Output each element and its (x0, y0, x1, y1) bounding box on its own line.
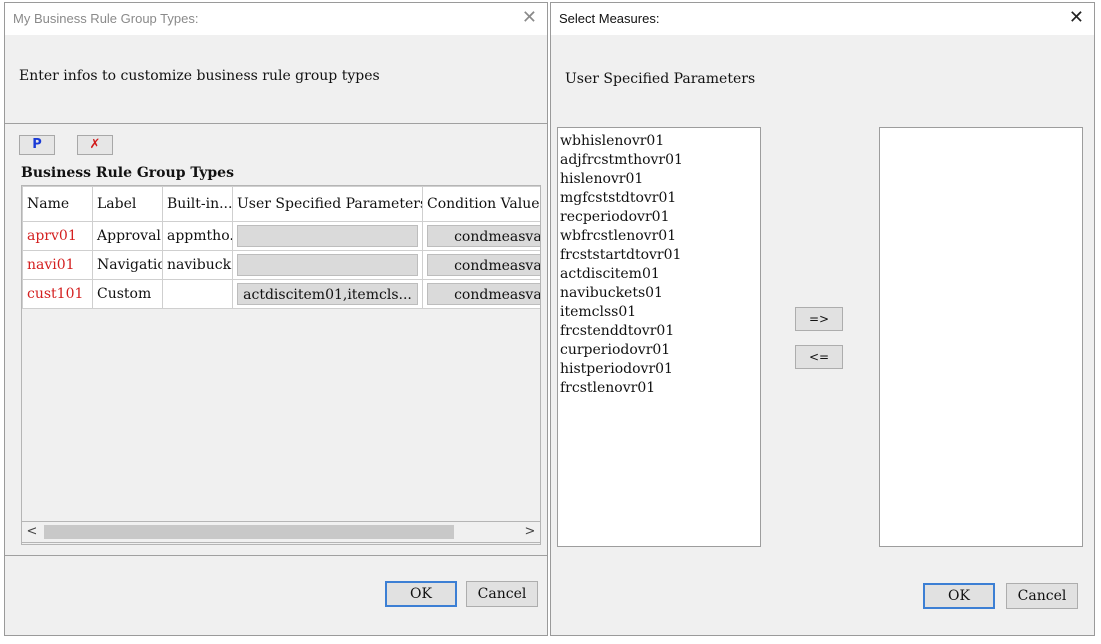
table-header-row: Name Label Built-in... User Specified Pa… (22, 186, 540, 222)
add-selected-button[interactable]: => (795, 307, 843, 331)
list-item[interactable]: mgfcststdtovr01 (560, 189, 760, 208)
list-item[interactable]: navibuckets01 (560, 284, 760, 303)
condition-cell: condmeasvalnur (422, 221, 540, 251)
title-bar: My Business Rule Group Types: ✕ (5, 3, 547, 35)
close-icon[interactable]: ✕ (522, 7, 537, 28)
table-row[interactable]: aprv01 Approval appmtho... condmeasvalnu… (22, 221, 540, 251)
scroll-left-icon[interactable]: < (24, 524, 40, 539)
name-cell[interactable]: cust101 (22, 279, 93, 309)
list-item[interactable]: wbfrcstlenovr01 (560, 227, 760, 246)
label-cell[interactable]: Navigation (92, 250, 163, 280)
selected-items (880, 128, 1082, 132)
params-button[interactable] (237, 254, 418, 276)
header-instructions: Enter infos to customize business rule g… (19, 68, 380, 84)
footer-divider (5, 555, 547, 556)
dialog-header: User Specified Parameters (551, 35, 1094, 117)
list-item[interactable]: frcstlenovr01 (560, 379, 760, 398)
label-cell[interactable]: Approval (92, 221, 163, 251)
list-item[interactable]: curperiodovr01 (560, 341, 760, 360)
builtin-cell[interactable]: navibuck... (162, 250, 233, 280)
params-cell: actdiscitem01,itemcls... (232, 279, 423, 309)
horizontal-scrollbar[interactable]: < > (21, 521, 541, 543)
column-header-user-params[interactable]: User Specified Parameters (232, 186, 423, 222)
params-cell (232, 221, 423, 251)
params-button[interactable]: actdiscitem01,itemcls... (237, 283, 418, 305)
param-button[interactable]: P (19, 135, 55, 155)
list-item[interactable]: recperiodovr01 (560, 208, 760, 227)
builtin-cell[interactable]: appmtho... (162, 221, 233, 251)
delete-button[interactable]: ✗ (77, 135, 113, 155)
list-item[interactable]: adjfrcstmthovr01 (560, 151, 760, 170)
table-row[interactable]: cust101 Custom actdiscitem01,itemcls... … (22, 279, 540, 309)
dialog-header: Enter infos to customize business rule g… (5, 35, 547, 124)
ok-button[interactable]: OK (923, 583, 995, 609)
list-item[interactable]: frcstenddtovr01 (560, 322, 760, 341)
name-cell[interactable]: aprv01 (22, 221, 93, 251)
list-item[interactable]: frcststartdtovr01 (560, 246, 760, 265)
condition-button[interactable]: condmeasvalnur (427, 283, 540, 305)
dialog-title: My Business Rule Group Types: (13, 11, 199, 26)
selected-measures-list[interactable] (879, 127, 1083, 547)
column-header-name[interactable]: Name (22, 186, 93, 222)
condition-button[interactable]: condmeasvalnur (427, 254, 540, 276)
param-icon: P (32, 137, 42, 152)
scroll-right-icon[interactable]: > (522, 524, 538, 539)
ok-button[interactable]: OK (385, 581, 457, 607)
header-title: User Specified Parameters (565, 71, 756, 87)
column-header-builtin[interactable]: Built-in... (162, 186, 233, 222)
scrollbar-thumb[interactable] (44, 525, 454, 539)
delete-icon: ✗ (89, 137, 101, 152)
builtin-cell[interactable] (162, 279, 233, 309)
condition-cell: condmeasvalnur (422, 279, 540, 309)
remove-selected-button[interactable]: <= (795, 345, 843, 369)
label-cell[interactable]: Custom (92, 279, 163, 309)
close-icon[interactable]: ✕ (1069, 7, 1084, 28)
list-item[interactable]: itemclss01 (560, 303, 760, 322)
name-cell[interactable]: navi01 (22, 250, 93, 280)
available-measures-list[interactable]: wbhislenovr01 adjfrcstmthovr01 hislenovr01… (557, 127, 761, 547)
column-header-condition[interactable]: Condition Value I (422, 186, 540, 222)
column-header-label[interactable]: Label (92, 186, 163, 222)
cancel-button[interactable]: Cancel (466, 581, 538, 607)
section-title: Business Rule Group Types (21, 165, 234, 181)
params-cell (232, 250, 423, 280)
cancel-button[interactable]: Cancel (1006, 583, 1078, 609)
select-measures-dialog: Select Measures: ✕ User Specified Parame… (550, 2, 1095, 636)
list-item[interactable]: hislenovr01 (560, 170, 760, 189)
list-item[interactable]: wbhislenovr01 (560, 132, 760, 151)
table-row[interactable]: navi01 Navigation navibuck... condmeasva… (22, 250, 540, 280)
list-item[interactable]: histperiodovr01 (560, 360, 760, 379)
dialog-title: Select Measures: (559, 11, 660, 26)
condition-cell: condmeasvalnur (422, 250, 540, 280)
condition-button[interactable]: condmeasvalnur (427, 225, 540, 247)
group-types-table: Name Label Built-in... User Specified Pa… (21, 185, 541, 545)
title-bar: Select Measures: ✕ (551, 3, 1094, 35)
business-rule-group-types-dialog: My Business Rule Group Types: ✕ Enter in… (4, 2, 548, 636)
params-button[interactable] (237, 225, 418, 247)
available-items: wbhislenovr01 adjfrcstmthovr01 hislenovr01… (558, 128, 760, 398)
list-item[interactable]: actdiscitem01 (560, 265, 760, 284)
